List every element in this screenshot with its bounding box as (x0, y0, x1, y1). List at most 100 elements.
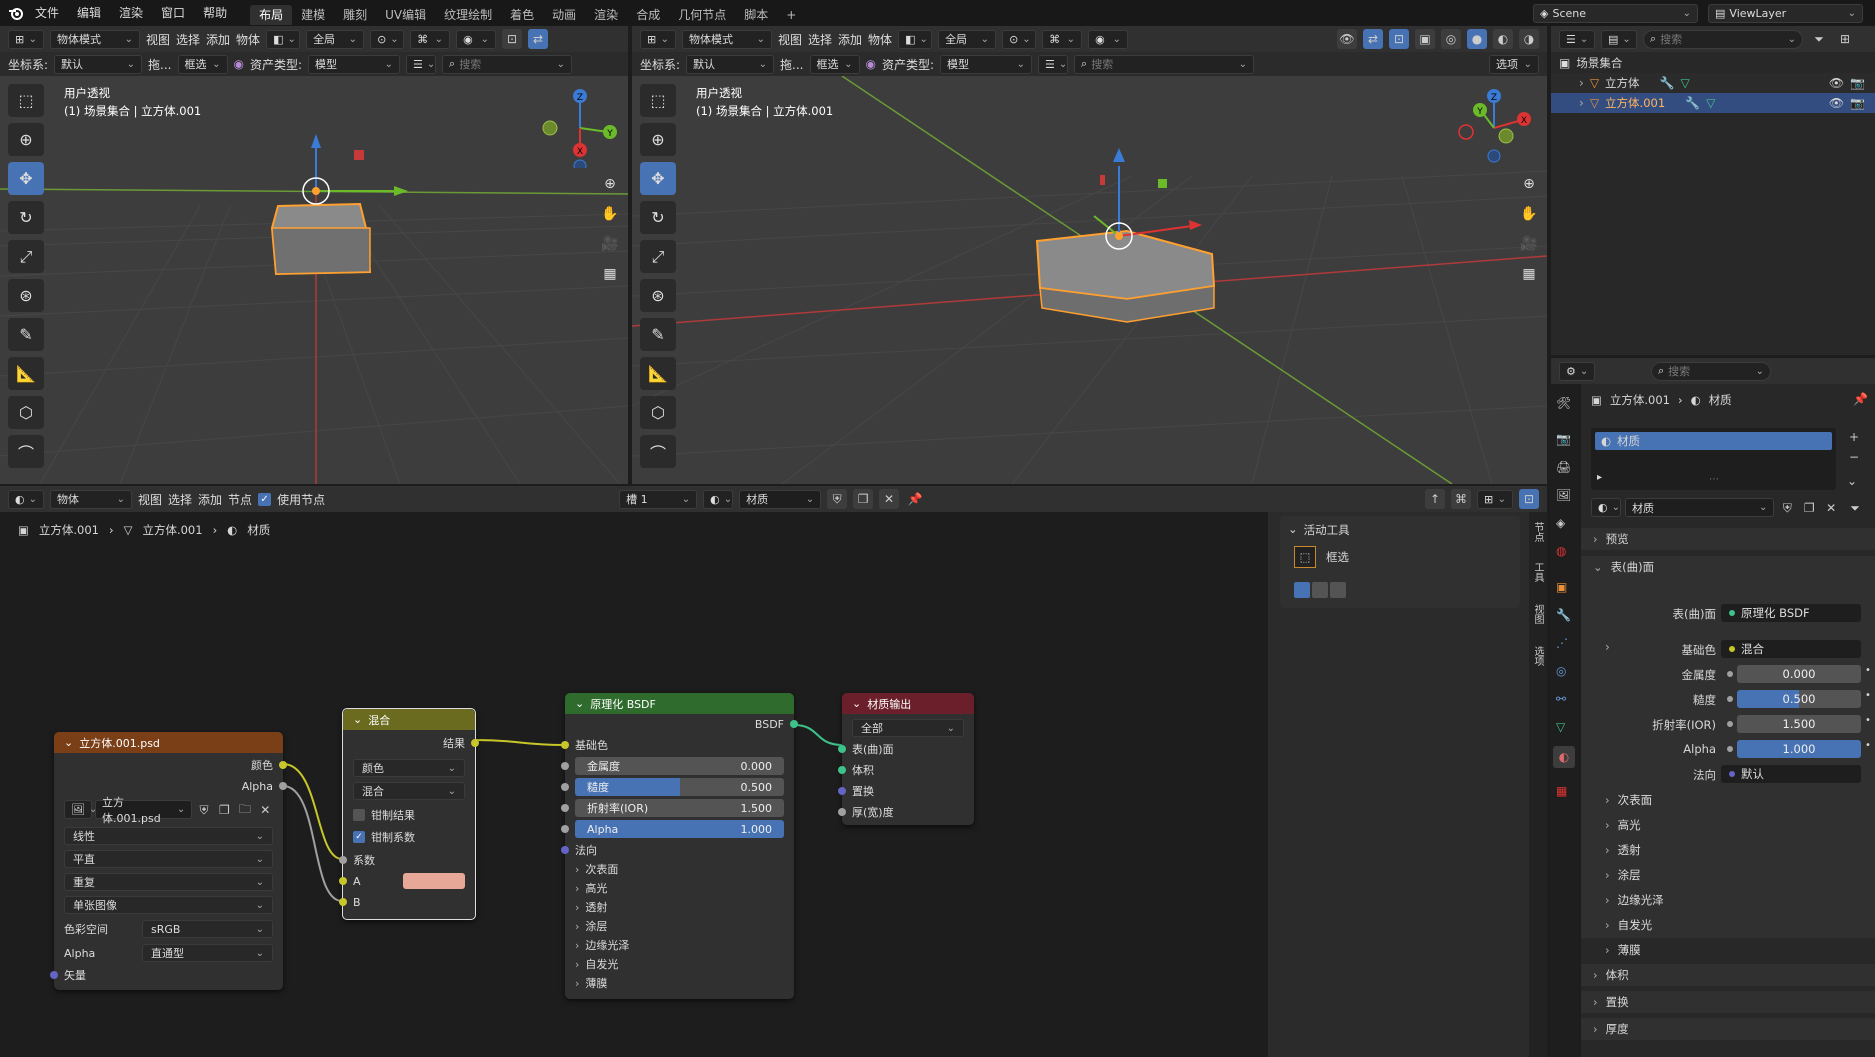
select-box-tool-icon[interactable]: ⬚ (640, 84, 676, 117)
mode-selector[interactable]: 物体模式 (50, 29, 140, 49)
visibility-icon[interactable]: 👁 (1337, 29, 1357, 49)
alpha-slider[interactable]: Alpha 1.000 (575, 820, 784, 838)
input-ior-socket[interactable] (561, 804, 569, 812)
base-color-field[interactable]: 混合 (1721, 640, 1861, 658)
editor-type-selector[interactable]: ☰ (1559, 29, 1595, 49)
blend-mode-dropdown[interactable]: 混合 (353, 782, 465, 800)
sidebar-tab-node[interactable]: 节点 (1531, 522, 1545, 542)
clamp-result-checkbox[interactable] (353, 809, 365, 821)
clamp-factor-checkbox[interactable]: ✓ (353, 831, 365, 843)
pivot-selector[interactable]: ⊙ (1002, 29, 1037, 49)
slot-specials-button[interactable]: ⌄ (1847, 474, 1857, 488)
view-layer-tab-icon[interactable]: 🖼 (1556, 488, 1571, 502)
projection-dropdown[interactable]: 平直 (64, 850, 273, 868)
workspace-tab-shading[interactable]: 着色 (501, 5, 543, 25)
interpolation-dropdown[interactable]: 线性 (64, 827, 273, 845)
camera-icon[interactable]: 🎥 (597, 231, 623, 257)
select-mode-select[interactable]: 框选 (809, 54, 860, 74)
mode-selector[interactable]: 物体模式 (682, 29, 772, 49)
metallic-slider[interactable]: 金属度 0.000 (575, 757, 784, 775)
material-name-field[interactable]: 材质 (739, 489, 822, 509)
blender-logo-icon[interactable] (6, 3, 26, 23)
unlink-x-icon[interactable]: ✕ (257, 800, 274, 820)
drag-label[interactable]: 拖... (780, 56, 803, 73)
fake-user-shield-icon[interactable]: ⛨ (1778, 498, 1796, 518)
shader-type-selector[interactable]: 物体 (50, 489, 132, 509)
measure-tool-icon[interactable]: 📐 (640, 357, 676, 390)
rotate-tool-icon[interactable]: ↻ (8, 201, 44, 234)
alpha-slider[interactable]: 1.000 (1737, 740, 1861, 758)
cursor-tool-icon[interactable]: ⊕ (640, 123, 676, 156)
browse-node-tree-icon[interactable]: ⏷ (1844, 498, 1866, 518)
snap-icon[interactable]: ⌘ (1451, 489, 1471, 509)
snap-target-selector[interactable]: ⊞ (1477, 489, 1513, 509)
material-name-field[interactable]: 材质 (1625, 498, 1775, 517)
menu-edit[interactable]: 编辑 (68, 0, 110, 26)
move-tool-icon[interactable]: ✥ (8, 162, 44, 195)
scale-tool-icon[interactable]: ⤢ (8, 240, 44, 273)
active-tool-row[interactable]: ⬚ 框选 (1294, 546, 1349, 568)
ior-slider[interactable]: 1.500 (1737, 715, 1861, 733)
ior-slider[interactable]: 折射率(IOR) 1.500 (575, 799, 784, 817)
move-tool-icon[interactable]: ✥ (640, 162, 676, 195)
proportional-edit-selector[interactable]: ◉ (456, 29, 497, 49)
workspace-tab-scripting[interactable]: 脚本 (735, 5, 777, 25)
solid-shading-icon[interactable]: ● (1467, 29, 1487, 49)
normal-field[interactable]: 默认 (1721, 765, 1861, 783)
pan-hand-icon[interactable]: ✋ (597, 201, 623, 227)
subpanel-coat[interactable]: 涂层 (1605, 867, 1641, 883)
input-metallic-socket[interactable] (561, 762, 569, 770)
menu-node[interactable]: 节点 (228, 491, 252, 508)
overlay-icon[interactable]: ⊡ (502, 29, 523, 49)
surface-panel-header[interactable]: ⌄ 表(曲)面 (1581, 556, 1875, 578)
panel-thin-film[interactable]: › 薄膜 (575, 974, 784, 992)
drag-label[interactable]: 拖... (148, 56, 171, 73)
list-expand-icon[interactable]: ▸ (1597, 472, 1602, 483)
active-tool-header[interactable]: ⌄ 活动工具 (1288, 522, 1350, 538)
display-mode-selector[interactable]: ▤ (1601, 29, 1637, 49)
expand-icon[interactable]: › (1579, 76, 1584, 90)
pin-icon[interactable]: 📌 (905, 489, 925, 509)
menu-add[interactable]: 添加 (198, 491, 222, 508)
keyframe-dot-icon[interactable]: • (1865, 740, 1871, 751)
roughness-slider[interactable]: 糙度 0.500 (575, 778, 784, 796)
node-header[interactable]: ⌄ 立方体.001.psd (54, 732, 283, 753)
subpanel-sheen[interactable]: 边缘光泽 (1605, 892, 1664, 908)
principled-bsdf-node[interactable]: ⌄ 原理化 BSDF BSDF 基础色 金属度 0.000 糙度 0.500 折射率(… (561, 693, 798, 999)
panel-sheen[interactable]: › 边缘光泽 (575, 936, 784, 954)
menu-select[interactable]: 选择 (176, 31, 200, 48)
menu-add[interactable]: 添加 (838, 31, 862, 48)
workspace-tab-geometry-nodes[interactable]: 几何节点 (669, 5, 735, 25)
object-tab-icon[interactable]: ▣ (1556, 580, 1567, 594)
output-result-socket[interactable] (471, 739, 479, 747)
navigation-gizmo[interactable]: Z Y X (540, 88, 620, 168)
subpanel-thin-film[interactable]: 薄膜 (1605, 942, 1641, 958)
material-browse-button[interactable]: ◐ (1591, 498, 1621, 517)
proportional-edit-selector[interactable]: ◉ (1088, 29, 1129, 49)
menu-file[interactable]: 文件 (26, 0, 68, 26)
preview-panel-header[interactable]: › 预览 (1581, 528, 1875, 550)
transform-tool-icon[interactable]: ⊛ (640, 279, 676, 312)
duplicate-icon[interactable]: ❐ (1800, 498, 1818, 518)
shading-mode-selector[interactable]: ◧ (266, 29, 301, 49)
keyframe-dot-icon[interactable]: • (1865, 665, 1871, 676)
workspace-tab-rendering[interactable]: 渲染 (585, 5, 627, 25)
material-slot-item[interactable]: ◐ 材质 (1595, 432, 1832, 450)
filter-icon[interactable]: ⏷ (1809, 29, 1829, 49)
input-b-socket[interactable] (339, 898, 347, 906)
displacement-panel-header[interactable]: › 置换 (1581, 991, 1875, 1013)
output-bsdf-socket[interactable] (790, 720, 798, 728)
colorspace-dropdown[interactable]: sRGB (142, 920, 273, 938)
physics-tab-icon[interactable]: ◎ (1556, 664, 1566, 678)
output-tab-icon[interactable]: 🖨 (1556, 460, 1571, 474)
subpanel-emission[interactable]: 自发光 (1605, 917, 1653, 933)
workspace-tab-layout[interactable]: 布局 (250, 4, 293, 25)
metallic-slider[interactable]: 0.000 (1737, 665, 1861, 683)
unlink-x-icon[interactable]: ✕ (879, 489, 900, 509)
view-layer-selector[interactable]: ▤ ViewLayer (1708, 3, 1863, 23)
input-thickness-socket[interactable] (838, 808, 846, 816)
measure-tool-icon[interactable]: 📐 (8, 357, 44, 390)
gizmo-toggle-icon[interactable]: ⇄ (1363, 29, 1383, 49)
outliner-item-selected[interactable]: › ▽ 立方体.001 🔧 ▽ 👁 📷 (1551, 93, 1875, 113)
panel-emission[interactable]: › 自发光 (575, 955, 784, 973)
